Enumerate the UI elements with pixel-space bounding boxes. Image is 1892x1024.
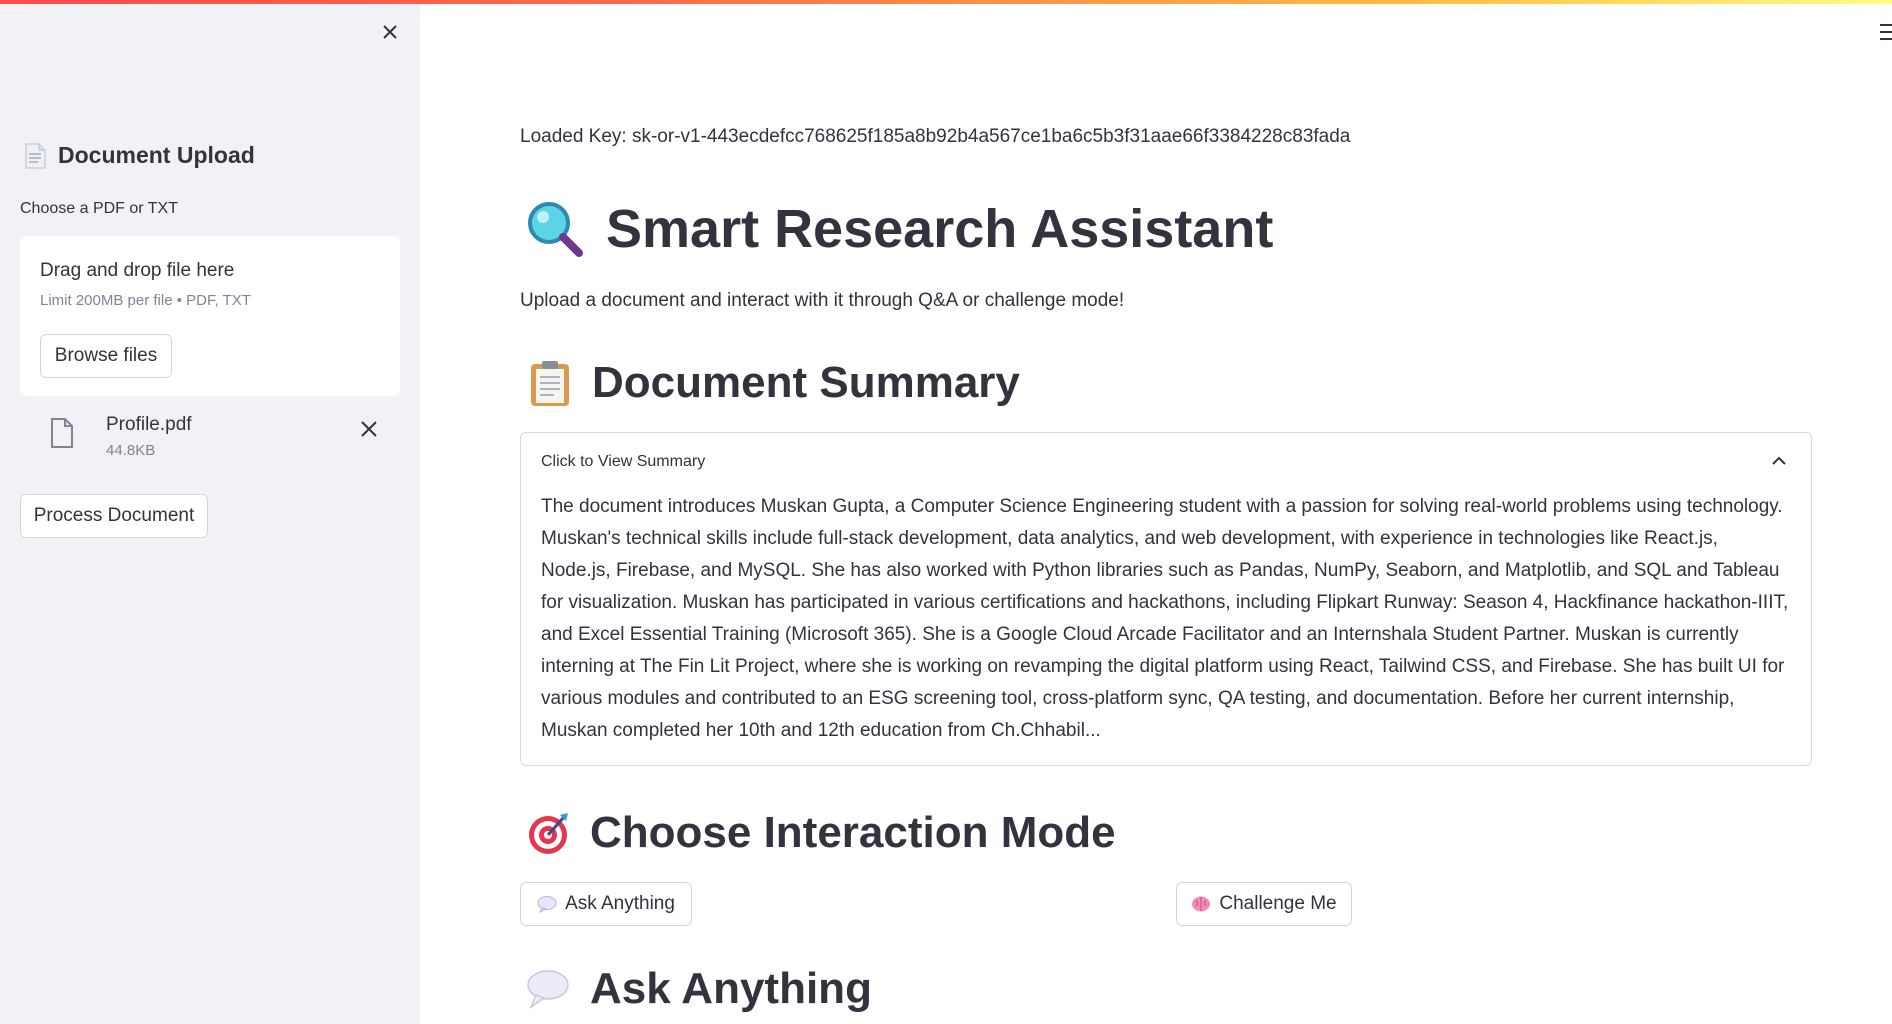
speech-bubble-icon xyxy=(537,896,557,913)
file-name: Profile.pdf xyxy=(106,414,192,435)
menu-icon[interactable] xyxy=(1880,24,1892,42)
speech-bubble-icon xyxy=(527,970,569,1010)
ask-anything-button-label: Ask Anything xyxy=(565,893,675,914)
remove-file-icon[interactable] xyxy=(358,418,380,440)
magnifying-glass-icon xyxy=(528,202,583,257)
file-icon xyxy=(51,418,73,448)
target-icon xyxy=(529,813,568,854)
page-title-text: Smart Research Assistant xyxy=(606,199,1274,259)
summary-expander: Click to View Summary The document intro… xyxy=(520,432,1812,766)
challenge-me-button-label: Challenge Me xyxy=(1219,893,1337,914)
brain-icon xyxy=(1192,896,1211,912)
upload-label: Choose a PDF or TXT xyxy=(20,200,178,217)
loaded-key-text: Loaded Key: sk-or-v1-443ecdefcc768625f18… xyxy=(520,126,1351,147)
ask-anything-heading: Ask Anything xyxy=(526,964,872,1014)
interaction-mode-heading-text: Choose Interaction Mode xyxy=(590,808,1116,857)
browse-files-button[interactable]: Browse files xyxy=(40,334,172,378)
summary-expander-header[interactable]: Click to View Summary xyxy=(521,433,1811,489)
summary-text: The document introduces Muskan Gupta, a … xyxy=(541,496,1789,741)
ask-anything-heading-text: Ask Anything xyxy=(590,964,872,1013)
summary-expander-label: Click to View Summary xyxy=(541,453,706,470)
sidebar-title-text: Document Upload xyxy=(58,142,255,168)
clipboard-icon xyxy=(531,361,569,406)
file-size: 44.8KB xyxy=(106,442,156,459)
top-decoration-bar xyxy=(0,0,1892,4)
page-title: Smart Research Assistant xyxy=(526,198,1273,260)
challenge-me-button[interactable]: Challenge Me xyxy=(1176,882,1352,926)
page-subtitle: Upload a document and interact with it t… xyxy=(520,290,1125,311)
file-dropzone[interactable]: Drag and drop file here Limit 200MB per … xyxy=(20,236,400,396)
summary-heading-text: Document Summary xyxy=(592,358,1020,407)
interaction-mode-heading: Choose Interaction Mode xyxy=(526,808,1116,858)
dropzone-limit: Limit 200MB per file • PDF, TXT xyxy=(40,292,251,309)
main-content: Loaded Key: sk-or-v1-443ecdefcc768625f18… xyxy=(420,0,1892,1024)
close-icon[interactable] xyxy=(378,20,402,44)
uploaded-file-item: Profile.pdf 44.8KB xyxy=(20,410,400,470)
ask-anything-button[interactable]: Ask Anything xyxy=(520,882,692,926)
sidebar: Document Upload Choose a PDF or TXT Drag… xyxy=(0,0,420,1024)
sidebar-title: Document Upload xyxy=(24,142,255,169)
process-document-button[interactable]: Process Document xyxy=(20,494,208,538)
dropzone-instruction: Drag and drop file here xyxy=(40,260,235,281)
summary-heading: Document Summary xyxy=(528,358,1020,408)
document-icon xyxy=(25,143,46,168)
chevron-up-icon[interactable] xyxy=(1771,455,1787,467)
